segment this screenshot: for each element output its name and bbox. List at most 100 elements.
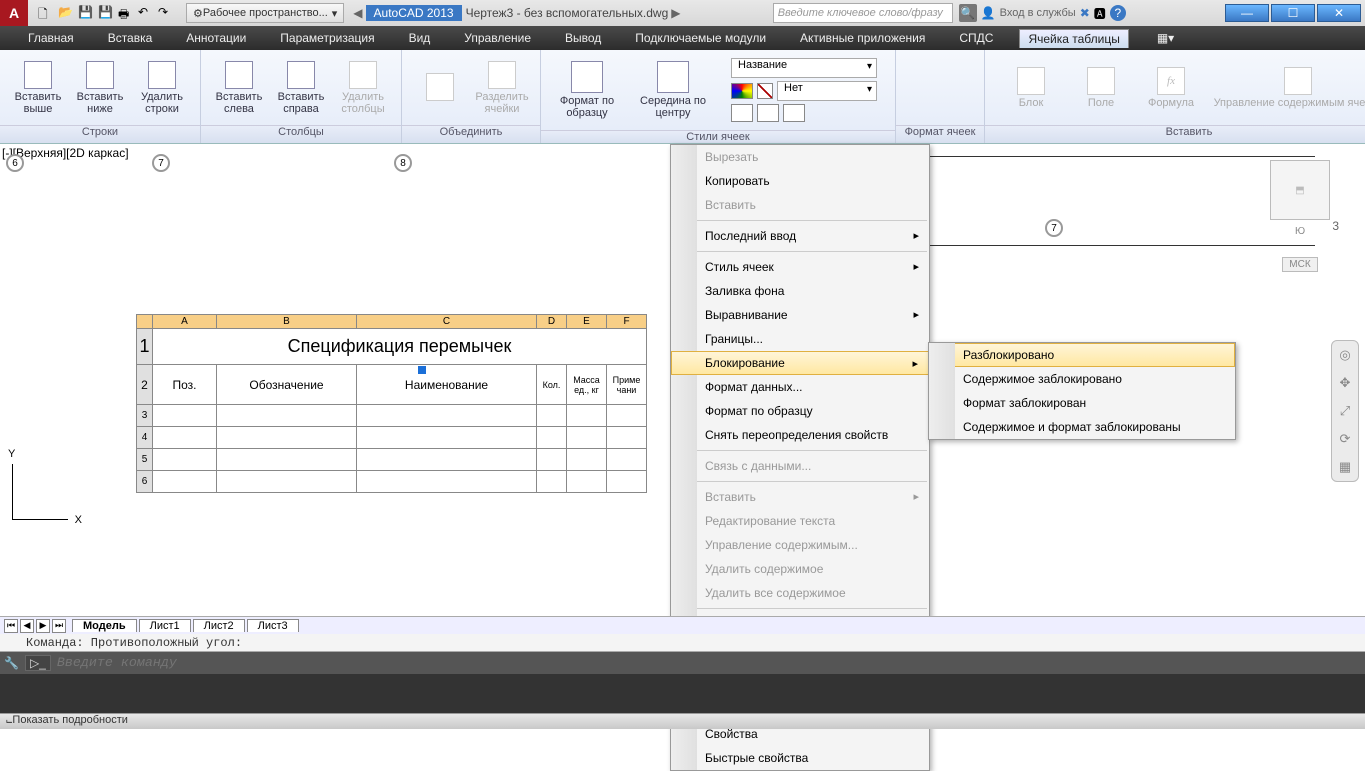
ctx-data-link[interactable]: Связь с данными... — [671, 454, 929, 478]
ctx-paste[interactable]: Вставить — [671, 193, 929, 217]
signin-label[interactable]: Вход в службы — [1000, 7, 1076, 19]
arrow-right-icon[interactable]: ▶ — [668, 6, 683, 20]
ctx-alignment[interactable]: Выравнивание — [671, 303, 929, 327]
lock-content[interactable]: Содержимое заблокировано — [929, 367, 1235, 391]
open-icon[interactable]: 📂 — [58, 5, 74, 21]
col-header-f[interactable]: F — [607, 315, 647, 329]
tab-table-cell[interactable]: Ячейка таблицы — [1019, 29, 1128, 48]
status-details[interactable]: ⨽Показать подробности — [6, 714, 128, 726]
row-header-5[interactable]: 5 — [137, 449, 153, 471]
insert-formula-button[interactable]: fxФормула — [1143, 67, 1199, 109]
ctx-edit-text[interactable]: Редактирование текста — [671, 509, 929, 533]
undo-icon[interactable]: ↶ — [138, 5, 154, 21]
insert-field-button[interactable]: Поле — [1073, 67, 1129, 109]
tab-annotate[interactable]: Аннотации — [178, 29, 254, 47]
help-icon[interactable]: ? — [1110, 5, 1126, 21]
insert-block-button[interactable]: Блок — [1003, 67, 1059, 109]
tab-home[interactable]: Главная — [20, 29, 82, 47]
save-icon[interactable]: 💾 — [78, 5, 94, 21]
workspace-combo[interactable]: ⚙ Рабочее пространство... ▾ — [186, 3, 344, 23]
delete-cols-button[interactable]: Удалить столбцы — [335, 61, 391, 115]
border-btn-1[interactable] — [731, 104, 753, 122]
cmd-config-icon[interactable]: 🔧 — [4, 656, 19, 670]
ctx-quick-props[interactable]: Быстрые свойства — [671, 746, 929, 770]
zoom-extents-icon[interactable]: ⤢ — [1335, 401, 1355, 421]
saveas-icon[interactable]: 💾 — [98, 5, 114, 21]
tab-next-icon[interactable]: ▶ — [36, 619, 50, 633]
lock-unlocked[interactable]: Разблокировано — [929, 343, 1235, 367]
nav-wheel-icon[interactable]: ◎ — [1335, 345, 1355, 365]
col-header-d[interactable]: D — [537, 315, 567, 329]
merge-cells-button[interactable] — [412, 73, 468, 103]
col-header-c[interactable]: C — [357, 315, 537, 329]
table-title[interactable]: Спецификация перемычек — [153, 329, 647, 365]
tab-insert[interactable]: Вставка — [100, 29, 161, 47]
hdr-mass[interactable]: Масса ед., кг — [567, 365, 607, 405]
maximize-button[interactable]: ☐ — [1271, 4, 1315, 22]
row-header-6[interactable]: 6 — [137, 471, 153, 493]
tab-manage[interactable]: Управление — [456, 29, 539, 47]
insert-col-right-button[interactable]: Вставить справа — [273, 61, 329, 115]
row-header-4[interactable]: 4 — [137, 427, 153, 449]
ctx-copy[interactable]: Копировать — [671, 169, 929, 193]
tab-sheet3[interactable]: Лист3 — [247, 619, 299, 632]
insert-row-below-button[interactable]: Вставить ниже — [72, 61, 128, 115]
hdr-qty[interactable]: Кол. — [537, 365, 567, 405]
border-btn-2[interactable] — [757, 104, 779, 122]
spec-table[interactable]: A B C D E F 1 Спецификация перемычек 2 П… — [136, 314, 647, 493]
ctx-delete-all[interactable]: Удалить все содержимое — [671, 581, 929, 605]
redo-icon[interactable]: ↷ — [158, 5, 174, 21]
col-header-b[interactable]: B — [217, 315, 357, 329]
hdr-pos[interactable]: Поз. — [153, 365, 217, 405]
tab-last-icon[interactable]: ⏭ — [52, 619, 66, 633]
align-center-button[interactable]: Середина по центру — [637, 61, 709, 119]
row-header-3[interactable]: 3 — [137, 405, 153, 427]
tab-sheet2[interactable]: Лист2 — [193, 619, 245, 632]
arrow-left-icon[interactable]: ◀ — [350, 6, 365, 20]
exchange-icon[interactable]: ✖ — [1080, 6, 1090, 20]
cmd-input[interactable] — [57, 656, 1361, 671]
cmd-line[interactable]: 🔧 ▷_ — [0, 652, 1365, 674]
tab-active-apps[interactable]: Активные приложения — [792, 29, 933, 47]
col-header-a[interactable]: A — [153, 315, 217, 329]
tab-prev-icon[interactable]: ◀ — [20, 619, 34, 633]
manage-content-button[interactable]: Управление содержимым ячейки — [1213, 67, 1365, 109]
plot-icon[interactable]: 🖶 — [118, 5, 134, 21]
hdr-name[interactable]: Наименование — [357, 365, 537, 405]
ctx-locking[interactable]: Блокирование — [671, 351, 929, 375]
ctx-last-input[interactable]: Последний ввод — [671, 224, 929, 248]
ctx-manage-content[interactable]: Управление содержимым... — [671, 533, 929, 557]
lock-both[interactable]: Содержимое и формат заблокированы — [929, 415, 1235, 439]
insert-col-left-button[interactable]: Вставить слева — [211, 61, 267, 115]
delete-rows-button[interactable]: Удалить строки — [134, 61, 190, 115]
split-cells-button[interactable]: Разделить ячейки — [474, 61, 530, 115]
search-input[interactable]: Введите ключевое слово/фразу — [773, 3, 953, 23]
ctx-remove-overrides[interactable]: Снять переопределения свойств — [671, 423, 929, 447]
pan-icon[interactable]: ✥ — [1335, 373, 1355, 393]
tab-extra-icon[interactable]: ▦▾ — [1157, 31, 1174, 45]
ctx-match-format[interactable]: Формат по образцу — [671, 399, 929, 423]
table-corner[interactable] — [137, 315, 153, 329]
close-button[interactable]: ✕ — [1317, 4, 1361, 22]
bg-fill-combo[interactable]: Нет — [777, 81, 877, 101]
tab-first-icon[interactable]: ⏮ — [4, 619, 18, 633]
coord-system-label[interactable]: МСК — [1282, 257, 1317, 272]
insert-row-above-button[interactable]: Вставить выше — [10, 61, 66, 115]
row-header-1[interactable]: 1 — [137, 329, 153, 365]
viewcube[interactable]: ⬒ Ю МСК — [1255, 160, 1345, 272]
hdr-designation[interactable]: Обозначение — [217, 365, 357, 405]
minimize-button[interactable]: — — [1225, 4, 1269, 22]
tab-parametric[interactable]: Параметризация — [272, 29, 382, 47]
signin-icon[interactable]: 👤 — [981, 6, 996, 20]
cell-style-combo[interactable]: Название — [731, 58, 877, 78]
app-logo[interactable]: A — [0, 0, 28, 26]
ctx-borders[interactable]: Границы... — [671, 327, 929, 351]
tab-view[interactable]: Вид — [401, 29, 439, 47]
border-btn-3[interactable] — [783, 104, 805, 122]
lock-format[interactable]: Формат заблокирован — [929, 391, 1235, 415]
col-header-e[interactable]: E — [567, 315, 607, 329]
ctx-delete-content[interactable]: Удалить содержимое — [671, 557, 929, 581]
new-icon[interactable]: 🗋 — [38, 5, 54, 21]
match-format-button[interactable]: Формат по образцу — [551, 61, 623, 119]
hdr-notes[interactable]: Приме чани — [607, 365, 647, 405]
